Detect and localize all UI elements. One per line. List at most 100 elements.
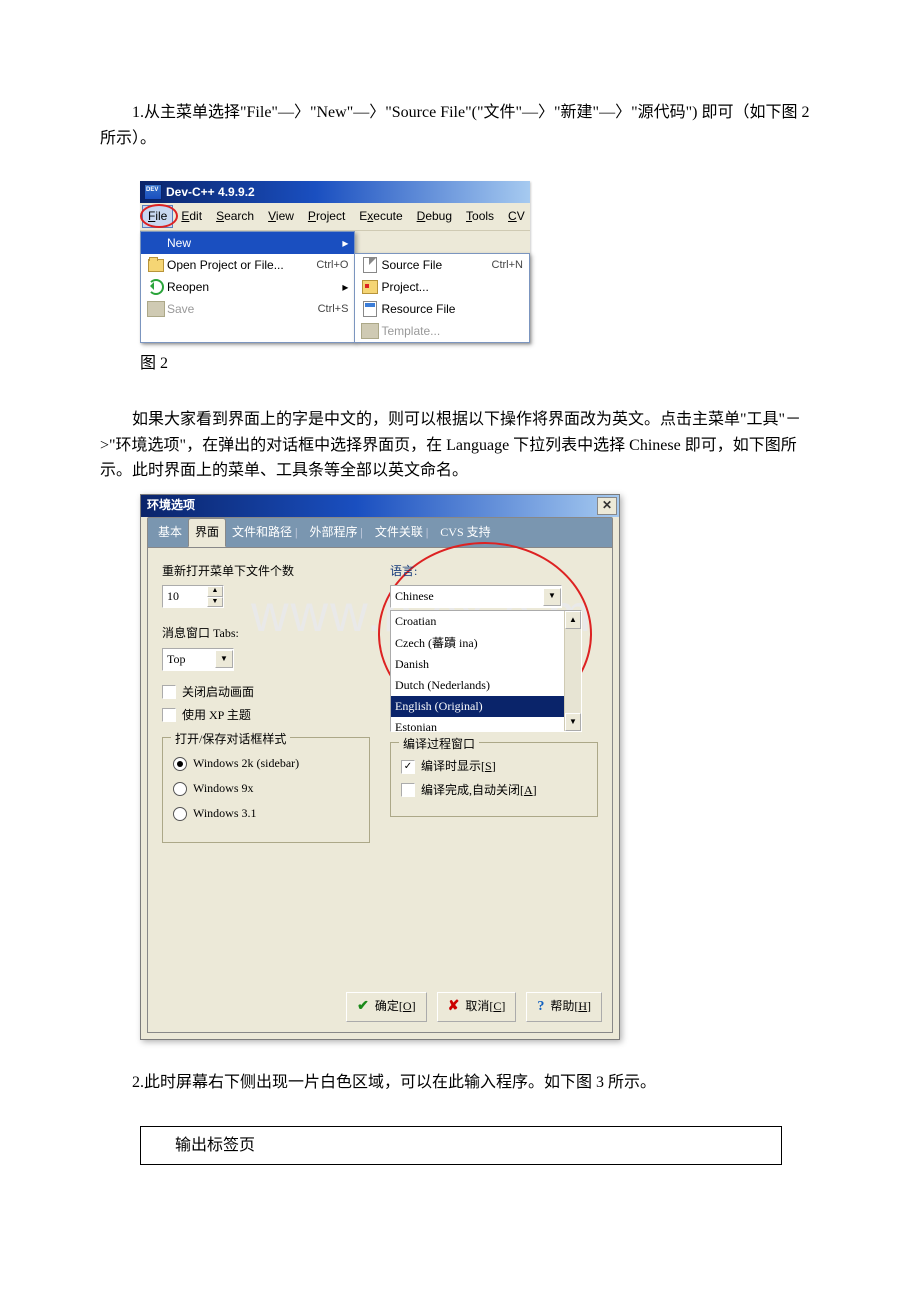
- language-label: 语言:: [390, 562, 598, 581]
- chk-xp-theme-label: 使用 XP 主题: [182, 706, 251, 725]
- menu-execute[interactable]: Execute: [353, 205, 408, 228]
- resource-icon: [363, 301, 377, 317]
- checkbox-checked-icon: ✓: [401, 760, 415, 774]
- help-button[interactable]: ? 帮助[H]: [526, 992, 602, 1022]
- x-icon: ✘: [448, 996, 460, 1018]
- env-right-column: 语言: Chinese ▼ Croatian Czech (蕃蹟 ina) Da…: [390, 562, 598, 843]
- list-item[interactable]: Danish: [391, 654, 564, 675]
- list-item[interactable]: Estonian: [391, 717, 564, 731]
- open-save-group: 打开/保存对话框样式 Windows 2k (sidebar) Windows …: [162, 737, 370, 843]
- devcpp-window: Dev-C++ 4.9.9.2 File Edit Search View Pr…: [140, 181, 530, 343]
- tab-assoc[interactable]: 文件关联: [369, 519, 434, 548]
- chk-autoclose-label: 编译完成,自动关闭[A]: [421, 781, 537, 800]
- file-menu-save-shortcut: Ctrl+S: [318, 301, 349, 319]
- radio-win2k[interactable]: Windows 2k (sidebar): [173, 754, 359, 773]
- menu-tools[interactable]: Tools: [460, 205, 500, 228]
- spinner-up-icon[interactable]: ▲: [207, 586, 223, 597]
- tab-external[interactable]: 外部程序: [303, 519, 368, 548]
- cancel-button[interactable]: ✘ 取消[C]: [437, 992, 517, 1022]
- tab-cvs[interactable]: CVS 支持: [434, 519, 496, 548]
- menu-file[interactable]: File: [142, 205, 173, 228]
- menu-edit[interactable]: Edit: [175, 205, 208, 228]
- new-file-icon: [363, 257, 377, 273]
- compile-window-legend: 编译过程窗口: [399, 735, 479, 754]
- environment-options-dialog: www.b cx.c m 环境选项 ✕ 基本 界面 文件和路径 外部程序 文件关…: [140, 494, 620, 1040]
- new-resource[interactable]: Resource File: [355, 298, 529, 320]
- file-menu-open-label: Open Project or File...: [167, 256, 316, 275]
- menu-project[interactable]: Project: [302, 205, 351, 228]
- chk-autoclose[interactable]: 编译完成,自动关闭[A]: [401, 781, 587, 800]
- recent-count-value: 10: [163, 586, 207, 607]
- chk-xp-theme[interactable]: 使用 XP 主题: [162, 706, 370, 725]
- file-menu-save: Save Ctrl+S: [141, 298, 354, 320]
- scroll-down-icon[interactable]: ▼: [565, 713, 581, 731]
- language-combo-value: Chinese: [391, 586, 543, 607]
- file-menu-new-label: New: [167, 234, 338, 253]
- language-combo[interactable]: Chinese ▼: [390, 585, 562, 608]
- tab-interface[interactable]: 界面: [188, 518, 226, 547]
- close-button[interactable]: ✕: [597, 497, 617, 515]
- file-menu-new[interactable]: New ▸: [141, 232, 354, 254]
- new-source-file[interactable]: Source File Ctrl+N: [355, 254, 529, 276]
- scroll-track[interactable]: [565, 629, 581, 713]
- template-icon: [361, 323, 379, 339]
- new-resource-label: Resource File: [381, 300, 523, 319]
- file-menu-reopen-label: Reopen: [167, 278, 338, 297]
- tabs-combo-value: Top: [163, 649, 215, 670]
- chk-splash-label: 关闭启动画面: [182, 683, 254, 702]
- new-project[interactable]: Project...: [355, 276, 529, 298]
- chk-splash[interactable]: 关闭启动画面: [162, 683, 370, 702]
- spinner-down-icon[interactable]: ▼: [207, 597, 223, 608]
- recent-count-spinner[interactable]: 10 ▲ ▼: [162, 585, 224, 608]
- radio-win31[interactable]: Windows 3.1: [173, 804, 359, 823]
- file-menu-open[interactable]: Open Project or File... Ctrl+O: [141, 254, 354, 276]
- devcpp-titlebar: Dev-C++ 4.9.9.2: [140, 181, 530, 203]
- compile-window-group: 编译过程窗口 ✓ 编译时显示[S] 编译完成,自动关闭[A]: [390, 742, 598, 816]
- submenu-arrow-icon: ▸: [338, 278, 348, 297]
- menu-search[interactable]: Search: [210, 205, 260, 228]
- tab-basic[interactable]: 基本: [152, 519, 188, 548]
- checkbox-icon: [162, 708, 176, 722]
- devcpp-menubar: File Edit Search View Project Execute De…: [140, 203, 530, 231]
- output-tab-box: 输出标签页: [140, 1126, 782, 1166]
- chk-show-compile[interactable]: ✓ 编译时显示[S]: [401, 757, 587, 776]
- radio-win9x[interactable]: Windows 9x: [173, 779, 359, 798]
- list-item[interactable]: Dutch (Nederlands): [391, 675, 564, 696]
- chevron-down-icon: ▼: [543, 588, 561, 606]
- file-menu-reopen[interactable]: Reopen ▸: [141, 276, 354, 298]
- tabs-combo[interactable]: Top ▼: [162, 648, 234, 671]
- submenu-arrow-icon: ▸: [338, 234, 348, 253]
- list-item[interactable]: Croatian: [391, 611, 564, 632]
- env-tabstrip: 基本 界面 文件和路径 外部程序 文件关联 CVS 支持: [147, 517, 613, 548]
- file-menu-open-shortcut: Ctrl+O: [316, 257, 348, 275]
- project-icon: [362, 280, 378, 294]
- radio-off-icon: [173, 807, 187, 821]
- reopen-icon: [148, 279, 164, 295]
- ok-button[interactable]: ✔ 确定[O]: [346, 992, 426, 1022]
- list-item-selected[interactable]: English (Original): [391, 696, 564, 717]
- close-icon: ✕: [602, 496, 612, 515]
- paragraph-2: 如果大家看到界面上的字是中文的，则可以根据以下操作将界面改为英文。点击主菜单"工…: [100, 407, 820, 484]
- annotation-circle-file: [140, 204, 178, 228]
- menu-cvs[interactable]: CV: [502, 205, 531, 228]
- file-menu-save-label: Save: [167, 300, 318, 319]
- env-titlebar: 环境选项 ✕: [141, 495, 619, 517]
- radio-on-icon: [173, 757, 187, 771]
- scroll-up-icon[interactable]: ▲: [565, 611, 581, 629]
- menu-debug[interactable]: Debug: [411, 205, 458, 228]
- new-source-label: Source File: [381, 256, 491, 275]
- chevron-down-icon: ▼: [215, 650, 233, 668]
- devcpp-title-text: Dev-C++ 4.9.9.2: [166, 183, 255, 202]
- chk-show-compile-label: 编译时显示[S]: [421, 757, 496, 776]
- checkbox-icon: [162, 685, 176, 699]
- question-icon: ?: [537, 996, 544, 1018]
- tab-paths[interactable]: 文件和路径: [226, 519, 303, 548]
- list-item[interactable]: Czech (蕃蹟 ina): [391, 633, 564, 654]
- recent-label: 重新打开菜单下文件个数: [162, 562, 370, 581]
- folder-icon: [148, 259, 164, 272]
- scrollbar[interactable]: ▲ ▼: [564, 611, 581, 731]
- language-listbox[interactable]: Croatian Czech (蕃蹟 ina) Danish Dutch (Ne…: [390, 610, 582, 732]
- file-dropdown: New ▸ Open Project or File... Ctrl+O Reo…: [140, 231, 355, 343]
- menu-view[interactable]: View: [262, 205, 300, 228]
- radio-win2k-label: Windows 2k (sidebar): [193, 754, 299, 773]
